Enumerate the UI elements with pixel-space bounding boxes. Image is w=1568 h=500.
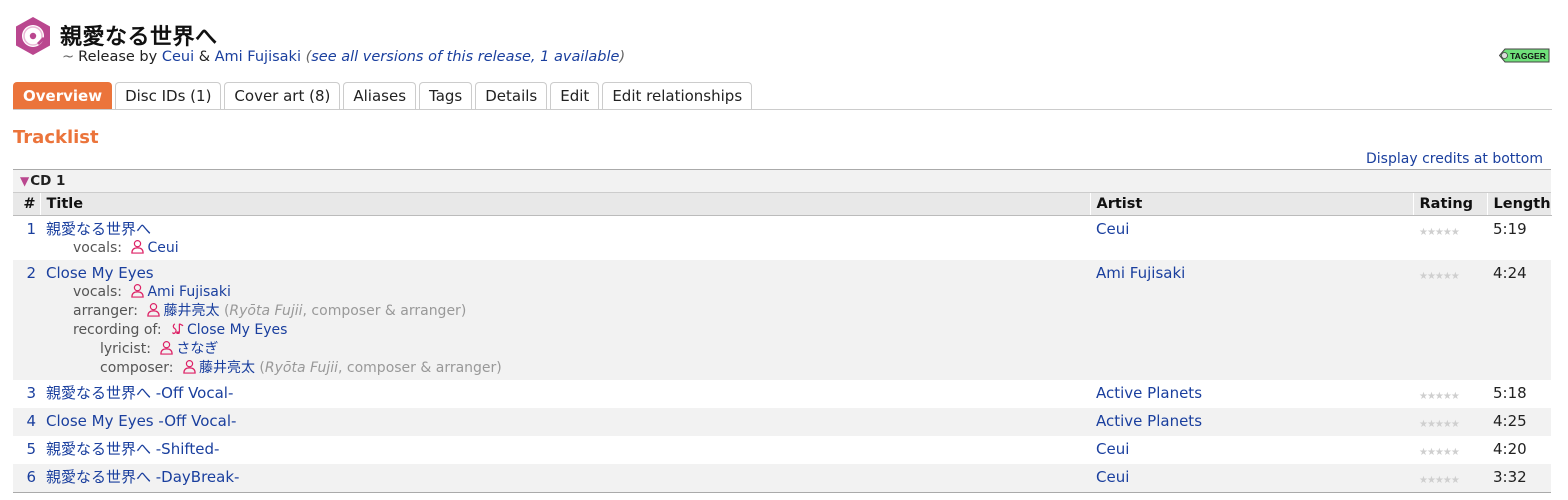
tracklist-table: # Title Artist Rating Length 1 親愛なる世界へ v…	[13, 193, 1552, 493]
rating-stars[interactable]: ★★★★★	[1419, 468, 1460, 490]
credit-line: arranger: 藤井亮太 (Ryōta Fujii, composer & …	[46, 302, 1084, 321]
artist-person-icon	[183, 359, 196, 374]
tab-aliases[interactable]: Aliases	[343, 82, 417, 109]
collapse-triangle-icon[interactable]: ▼	[20, 174, 29, 188]
artist-link-ceui[interactable]: Ceui	[162, 49, 194, 65]
track-title[interactable]: 親愛なる世界へ -DayBreak-	[46, 468, 239, 486]
track-number[interactable]: 2	[26, 264, 36, 282]
credit-line: recording of: Close My Eyes	[46, 321, 1084, 340]
work-music-icon	[172, 323, 184, 335]
track-artist[interactable]: Active Planets	[1096, 384, 1202, 402]
col-title: Title	[40, 193, 1091, 216]
rating-stars[interactable]: ★★★★★	[1419, 264, 1460, 286]
artist-person-icon	[131, 239, 145, 254]
track-length: 4:20	[1487, 436, 1551, 464]
track-title[interactable]: 親愛なる世界へ -Off Vocal-	[46, 384, 233, 402]
track-number[interactable]: 4	[26, 412, 36, 430]
table-row: 5 親愛なる世界へ -Shifted- Ceui ★★★★★ 4:20	[13, 436, 1551, 464]
release-title: 親愛なる世界へ	[60, 25, 218, 50]
table-row: 2 Close My Eyes vocals: Ami Fujisaki arr…	[13, 260, 1551, 380]
col-number: #	[13, 193, 41, 216]
all-versions-link[interactable]: see all versions of this release, 1 avai…	[311, 49, 619, 65]
credit-line: vocals: Ami Fujisaki	[46, 283, 1084, 302]
artist-person-icon	[160, 340, 174, 355]
track-title[interactable]: 親愛なる世界へ	[46, 220, 151, 238]
track-length: 5:19	[1487, 215, 1551, 260]
release-subtitle: ~ Release by Ceui & Ami Fujisaki (see all…	[62, 49, 625, 65]
credit-role: vocals:	[73, 240, 123, 256]
tagger-icon[interactable]: TAGGER	[1499, 48, 1550, 63]
tab-edit[interactable]: Edit	[550, 82, 600, 109]
track-title[interactable]: Close My Eyes -Off Vocal-	[46, 412, 236, 430]
release-tabs: Overview Disc IDs (1) Cover art (8) Alia…	[13, 82, 1552, 110]
track-title[interactable]: 親愛なる世界へ -Shifted-	[46, 440, 219, 458]
credit-artist-link[interactable]: 藤井亮太	[163, 303, 219, 319]
track-length: 4:25	[1487, 408, 1551, 436]
credit-artist-link[interactable]: Ceui	[147, 240, 178, 256]
release-by-label: Release by	[78, 49, 158, 65]
track-title[interactable]: Close My Eyes	[46, 264, 154, 282]
track-artist[interactable]: Ami Fujisaki	[1096, 264, 1185, 282]
track-number[interactable]: 1	[26, 220, 36, 238]
credit-artist-link[interactable]: Ami Fujisaki	[147, 284, 230, 300]
tracklist-heading: Tracklist	[13, 127, 99, 148]
subtitle-tilde: ~	[62, 49, 75, 65]
track-number[interactable]: 5	[26, 440, 36, 458]
tab-disc-ids[interactable]: Disc IDs (1)	[115, 82, 222, 109]
track-artist[interactable]: Ceui	[1096, 220, 1129, 238]
track-artist[interactable]: Active Planets	[1096, 412, 1202, 430]
track-length: 3:32	[1487, 464, 1551, 493]
table-row: 4 Close My Eyes -Off Vocal- Active Plane…	[13, 408, 1551, 436]
tab-cover-art[interactable]: Cover art (8)	[224, 82, 341, 109]
table-row: 1 親愛なる世界へ vocals: Ceui Ceui ★★★★★ 5:19	[13, 215, 1551, 260]
col-length: Length	[1487, 193, 1552, 216]
tab-overview[interactable]: Overview	[13, 82, 113, 109]
credit-role: lyricist:	[100, 341, 151, 357]
credit-role: recording of:	[73, 322, 162, 338]
artist-person-icon	[147, 302, 161, 317]
rating-stars[interactable]: ★★★★★	[1419, 412, 1460, 434]
credit-note-alias: Ryōta Fujii	[229, 303, 303, 319]
track-artist[interactable]: Ceui	[1096, 440, 1129, 458]
rating-stars[interactable]: ★★★★★	[1419, 384, 1460, 406]
display-credits-toggle[interactable]: Display credits at bottom	[1366, 151, 1543, 167]
col-artist: Artist	[1090, 193, 1414, 216]
credit-work-link[interactable]: Close My Eyes	[187, 322, 287, 338]
tab-edit-relationships[interactable]: Edit relationships	[602, 82, 753, 109]
credit-note-rest: , composer & arranger)	[338, 360, 502, 376]
tagger-label: TAGGER	[1510, 51, 1546, 61]
tracklist: ▼CD 1 # Title Artist Rating Length 1 親愛な…	[13, 169, 1552, 493]
track-number[interactable]: 6	[26, 468, 36, 486]
release-disc-icon	[16, 17, 50, 55]
col-rating: Rating	[1413, 193, 1488, 216]
credit-role: composer:	[100, 360, 174, 376]
track-length: 4:24	[1487, 260, 1551, 380]
credit-line: composer: 藤井亮太 (Ryōta Fujii, composer & …	[46, 359, 1084, 378]
medium-label: CD 1	[30, 173, 66, 189]
rating-stars[interactable]: ★★★★★	[1419, 220, 1460, 242]
credit-role: arranger:	[73, 303, 139, 319]
credit-note-alias: Ryōta Fujii	[264, 360, 338, 376]
artist-person-icon	[131, 283, 145, 298]
credit-line: lyricist: さなぎ	[46, 340, 1084, 359]
tab-tags[interactable]: Tags	[419, 82, 473, 109]
artist-link-ami-fujisaki[interactable]: Ami Fujisaki	[215, 49, 301, 65]
track-length: 5:18	[1487, 380, 1551, 408]
credit-note-rest: , composer & arranger)	[302, 303, 467, 319]
credit-role: vocals:	[73, 284, 123, 300]
tab-details[interactable]: Details	[475, 82, 548, 109]
track-artist[interactable]: Ceui	[1096, 468, 1129, 486]
track-number[interactable]: 3	[26, 384, 36, 402]
table-row: 6 親愛なる世界へ -DayBreak- Ceui ★★★★★ 3:32	[13, 464, 1551, 493]
credit-artist-link[interactable]: さなぎ	[176, 341, 218, 357]
credit-artist-link[interactable]: 藤井亮太	[199, 360, 255, 376]
artist-separator: &	[198, 49, 211, 65]
rating-stars[interactable]: ★★★★★	[1419, 440, 1460, 462]
medium-header[interactable]: ▼CD 1	[13, 170, 1551, 193]
credit-line: vocals: Ceui	[46, 239, 1084, 258]
versions-paren-close: )	[619, 49, 626, 65]
table-row: 3 親愛なる世界へ -Off Vocal- Active Planets ★★★…	[13, 380, 1551, 408]
